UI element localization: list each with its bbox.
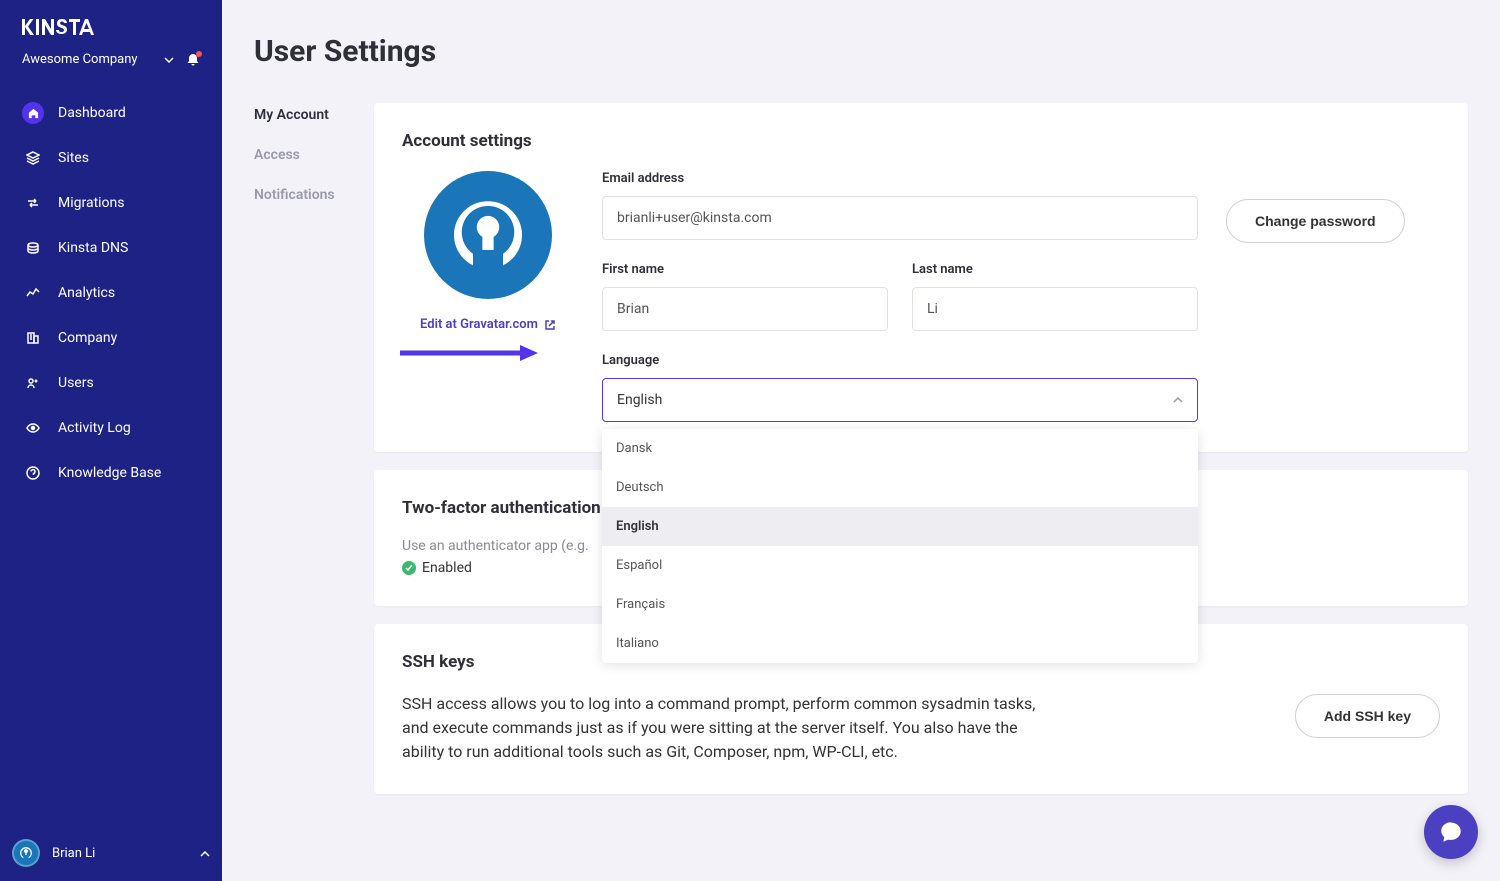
- sidebar-item-label: Knowledge Base: [58, 465, 161, 481]
- change-password-column: Change password: [1226, 171, 1440, 243]
- sidebar-item-users[interactable]: Users: [8, 362, 214, 404]
- language-option[interactable]: Français: [602, 585, 1198, 624]
- last-name-label: Last name: [912, 262, 1198, 277]
- arrow-annotation: [400, 343, 540, 363]
- fields-column: Email address First name Last name: [602, 171, 1198, 422]
- email-field[interactable]: [602, 196, 1198, 240]
- sidebar-item-label: Analytics: [58, 285, 115, 301]
- panel-title: Account settings: [402, 131, 1440, 151]
- add-ssh-key-button[interactable]: Add SSH key: [1295, 694, 1440, 738]
- email-label: Email address: [602, 171, 1198, 186]
- home-icon: [22, 102, 44, 124]
- subnav-access[interactable]: Access: [254, 147, 374, 163]
- bell-icon[interactable]: [186, 53, 200, 67]
- sidebar-item-label: Dashboard: [58, 105, 126, 121]
- dns-icon: [22, 237, 44, 259]
- current-user-name: Brian Li: [52, 846, 95, 861]
- subnav: My Account Access Notifications: [254, 103, 374, 794]
- sidebar-item-company[interactable]: Company: [8, 317, 214, 359]
- eye-icon: [22, 417, 44, 439]
- brand-logo: [0, 0, 222, 46]
- language-selected: English: [617, 392, 662, 408]
- gravatar-link[interactable]: Edit at Gravatar.com: [420, 317, 556, 332]
- users-icon: [22, 372, 44, 394]
- language-option[interactable]: Deutsch: [602, 468, 1198, 507]
- content-row: My Account Access Notifications Account …: [222, 69, 1500, 794]
- sidebar-item-sites[interactable]: Sites: [8, 137, 214, 179]
- sidebar-item-label: Users: [58, 375, 94, 391]
- avatar-column: Edit at Gravatar.com: [402, 171, 574, 332]
- sidebar-item-analytics[interactable]: Analytics: [8, 272, 214, 314]
- language-select[interactable]: English: [602, 378, 1198, 422]
- language-option[interactable]: Italiano: [602, 624, 1198, 663]
- gravatar-link-label: Edit at Gravatar.com: [420, 317, 538, 332]
- sidebar-nav: Dashboard Sites Migrations Kinsta DNS An…: [0, 89, 222, 825]
- company-switcher[interactable]: Awesome Company: [0, 46, 222, 89]
- company-name: Awesome Company: [22, 52, 138, 67]
- account-settings-panel: Account settings Edit at Gravatar.com: [374, 103, 1468, 452]
- avatar: [424, 171, 552, 299]
- migrate-icon: [22, 192, 44, 214]
- chevron-up-icon: [1173, 397, 1183, 403]
- layers-icon: [22, 147, 44, 169]
- external-icon: [544, 319, 556, 331]
- sidebar-item-dns[interactable]: Kinsta DNS: [8, 227, 214, 269]
- language-option[interactable]: English: [602, 507, 1198, 546]
- first-name-label: First name: [602, 262, 888, 277]
- twofa-enabled-label: Enabled: [422, 560, 472, 576]
- chevron-up-icon: [200, 846, 210, 861]
- page-title: User Settings: [222, 0, 1500, 69]
- subnav-notifications[interactable]: Notifications: [254, 187, 374, 203]
- main: User Settings My Account Access Notifica…: [222, 0, 1500, 881]
- sidebar-item-label: Kinsta DNS: [58, 240, 128, 256]
- change-password-button[interactable]: Change password: [1226, 199, 1405, 243]
- sidebar-item-label: Company: [58, 330, 117, 346]
- help-icon: [22, 462, 44, 484]
- sidebar-item-migrations[interactable]: Migrations: [8, 182, 214, 224]
- chevron-down-icon: [164, 57, 174, 63]
- first-name-field[interactable]: [602, 287, 888, 331]
- language-dropdown: Dansk Deutsch English Español Français I…: [602, 429, 1198, 663]
- language-option[interactable]: Español: [602, 546, 1198, 585]
- chat-fab[interactable]: [1424, 805, 1478, 859]
- sidebar-item-dashboard[interactable]: Dashboard: [8, 92, 214, 134]
- language-option[interactable]: Dansk: [602, 429, 1198, 468]
- last-name-field[interactable]: [912, 287, 1198, 331]
- sidebar-item-knowledge-base[interactable]: Knowledge Base: [8, 452, 214, 494]
- sidebar-item-label: Activity Log: [58, 420, 131, 436]
- sidebar-user[interactable]: Brian Li: [0, 825, 222, 881]
- building-icon: [22, 327, 44, 349]
- sidebar-item-label: Sites: [58, 150, 89, 166]
- sidebar: Awesome Company Dashboard Sites Migratio: [0, 0, 222, 881]
- check-icon: [402, 561, 416, 575]
- ssh-desc: SSH access allows you to log into a comm…: [402, 692, 1062, 764]
- sidebar-item-activity-log[interactable]: Activity Log: [8, 407, 214, 449]
- chat-icon: [1438, 819, 1464, 845]
- sidebar-item-label: Migrations: [58, 195, 125, 211]
- language-label: Language: [602, 353, 1198, 368]
- analytics-icon: [22, 282, 44, 304]
- language-block: Language English Dansk Deutsch English E…: [602, 353, 1198, 422]
- notification-dot: [196, 51, 202, 57]
- avatar: [12, 839, 40, 867]
- subnav-my-account[interactable]: My Account: [254, 107, 374, 123]
